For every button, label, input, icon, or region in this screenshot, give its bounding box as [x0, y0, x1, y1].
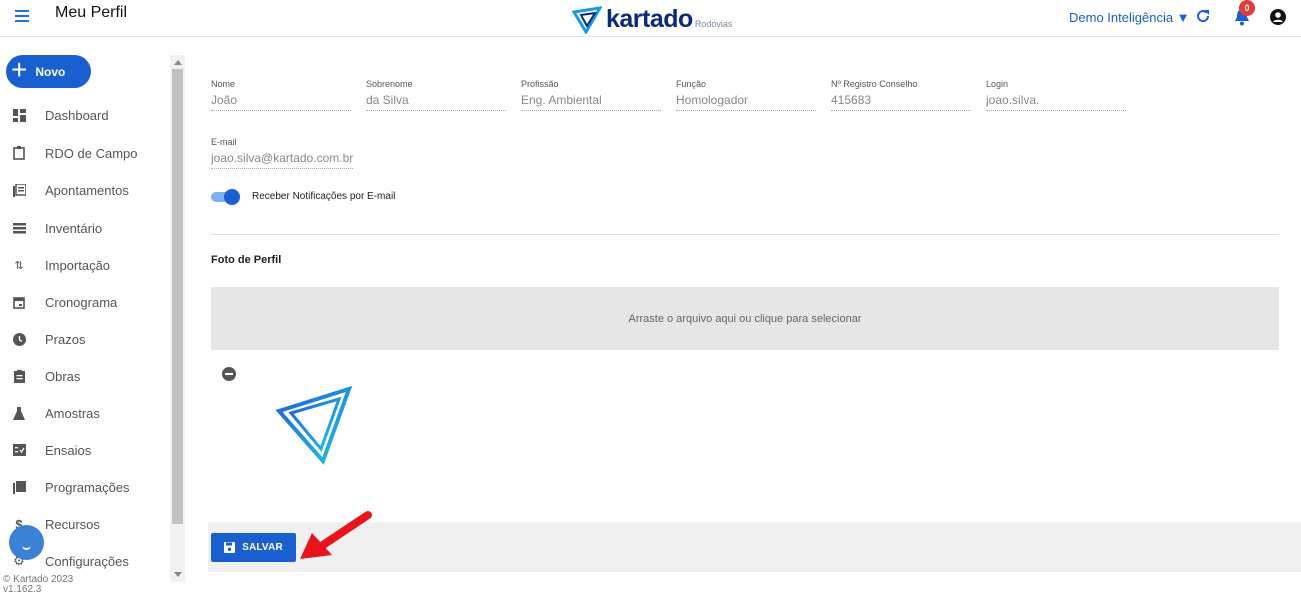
sidebar-footer: © Kartado 2023 v1.162.3 [3, 575, 73, 595]
sidebar-item-label: Prazos [45, 331, 86, 347]
notification-badge: 0 [1239, 0, 1255, 16]
save-button-label: SALVAR [242, 542, 283, 553]
last-name-field[interactable]: Sobrenome da Silva [366, 79, 506, 111]
sidebar-item-prazos[interactable]: Prazos [0, 325, 170, 353]
new-button-label: Novo [35, 64, 66, 79]
profession-input[interactable]: Eng. Ambiental [521, 93, 661, 111]
field-label: E-mail [211, 137, 237, 147]
field-label: Função [676, 79, 707, 89]
logo-subtext: Rodovias [694, 19, 733, 29]
profile-photo-preview [275, 385, 353, 465]
logo[interactable]: kartado Rodovias [572, 2, 732, 34]
scroll-up-icon[interactable] [174, 60, 182, 65]
page-title: Meu Perfil [55, 4, 128, 21]
list-icon [12, 183, 26, 197]
sidebar-item-label: Cronograma [45, 294, 118, 310]
clock-icon [12, 332, 26, 346]
section-divider [211, 234, 1279, 235]
schedule-icon [12, 480, 26, 494]
sidebar-scrollbar[interactable] [170, 55, 185, 582]
sidebar-item-label: Dashboard [45, 107, 109, 123]
sidebar-item-label: RDO de Campo [45, 145, 138, 161]
photo-dropzone[interactable]: Arraste o arquivo aqui ou clique para se… [211, 287, 1279, 350]
sidebar-item-label: Ensaios [45, 442, 92, 458]
menu-icon[interactable] [15, 10, 29, 24]
field-label: Nº Registro Conselho [831, 79, 918, 89]
sidebar-item-obras[interactable]: Obras [0, 362, 170, 390]
new-button[interactable]: + Novo [6, 55, 91, 88]
clipboard-icon [12, 146, 26, 160]
top-bar: Meu Perfil kartado Rodovias Demo Intelig… [0, 0, 1301, 37]
scroll-down-icon[interactable] [174, 572, 182, 577]
logo-text: kartado [606, 5, 693, 33]
version-text: v1.162.3 [3, 584, 42, 595]
field-label: Sobrenome [366, 79, 413, 89]
sidebar-item-label: Importação [45, 257, 111, 273]
field-label: Login [986, 79, 1009, 89]
user-icon[interactable] [1270, 9, 1286, 25]
sidebar-item-inventario[interactable]: Inventário [0, 214, 170, 242]
dropzone-text: Arraste o arquivo aqui ou clique para se… [628, 312, 862, 325]
refresh-icon[interactable] [1195, 8, 1211, 24]
sidebar-item-ensaios[interactable]: Ensaios [0, 436, 170, 464]
sidebar-item-label: Programações [45, 479, 130, 495]
annotation-arrow-icon [300, 511, 372, 559]
profile-photo-title: Foto de Perfil [211, 254, 282, 266]
sidebar-item-label: Obras [45, 368, 81, 384]
floppy-icon [224, 542, 236, 553]
sidebar-item-label: Apontamentos [45, 182, 129, 198]
sidebar-item-programacoes[interactable]: Programações [0, 473, 170, 501]
works-icon [12, 369, 26, 383]
flask-icon [12, 406, 26, 420]
registration-input[interactable]: 415683 [831, 93, 971, 111]
logo-triangle-icon [572, 6, 602, 34]
email-notifications-label: Receber Notificações por E-mail [252, 191, 396, 202]
last-name-input[interactable]: da Silva [366, 93, 506, 111]
sidebar-item-amostras[interactable]: Amostras [0, 399, 170, 427]
profession-field[interactable]: Profissão Eng. Ambiental [521, 79, 661, 111]
scroll-thumb[interactable] [172, 69, 183, 524]
first-name-input[interactable]: João [211, 93, 351, 111]
sidebar-item-label: Recursos [45, 516, 100, 532]
field-label: Profissão [521, 79, 559, 89]
login-input[interactable]: joao.silva. [986, 93, 1126, 111]
sidebar-item-label: Inventário [45, 220, 103, 236]
sidebar-item-dashboard[interactable]: Dashboard [0, 101, 170, 129]
first-name-field[interactable]: Nome João [211, 79, 351, 111]
inventory-icon [12, 221, 26, 235]
sidebar: + Novo Dashboard RDO de Campo Apontament… [0, 37, 188, 616]
role-input[interactable]: Homologador [676, 93, 816, 111]
sidebar-item-label: Amostras [45, 405, 100, 421]
registration-field[interactable]: Nº Registro Conselho 415683 [831, 79, 971, 111]
plus-icon: + [11, 54, 28, 85]
email-field[interactable]: E-mail joao.silva@kartado.com.br [211, 137, 353, 169]
sidebar-item-apontamentos[interactable]: Apontamentos [0, 176, 170, 204]
field-label: Nome [211, 79, 236, 89]
email-input[interactable]: joao.silva@kartado.com.br [211, 151, 353, 169]
save-button[interactable]: SALVAR [211, 533, 296, 562]
login-field[interactable]: Login joao.silva. [986, 79, 1126, 111]
sidebar-item-importacao[interactable]: ⇅ Importação [0, 251, 170, 279]
test-icon [12, 443, 26, 457]
calendar-icon [12, 295, 26, 309]
import-icon: ⇅ [14, 259, 24, 272]
sidebar-item-label: Configurações [45, 553, 129, 569]
dashboard-icon [12, 108, 26, 122]
role-field[interactable]: Função Homologador [676, 79, 816, 111]
organization-select[interactable]: Demo Inteligência ▼ [1069, 10, 1190, 25]
sidebar-item-rdo[interactable]: RDO de Campo [0, 139, 170, 167]
profile-form: Nome João Sobrenome da Silva Profissão E… [190, 37, 1301, 616]
sidebar-item-cronograma[interactable]: Cronograma [0, 288, 170, 316]
email-notifications-toggle[interactable] [211, 189, 240, 205]
chat-widget-button[interactable] [9, 525, 44, 560]
remove-photo-icon[interactable] [222, 367, 236, 381]
toggle-knob [224, 189, 240, 205]
